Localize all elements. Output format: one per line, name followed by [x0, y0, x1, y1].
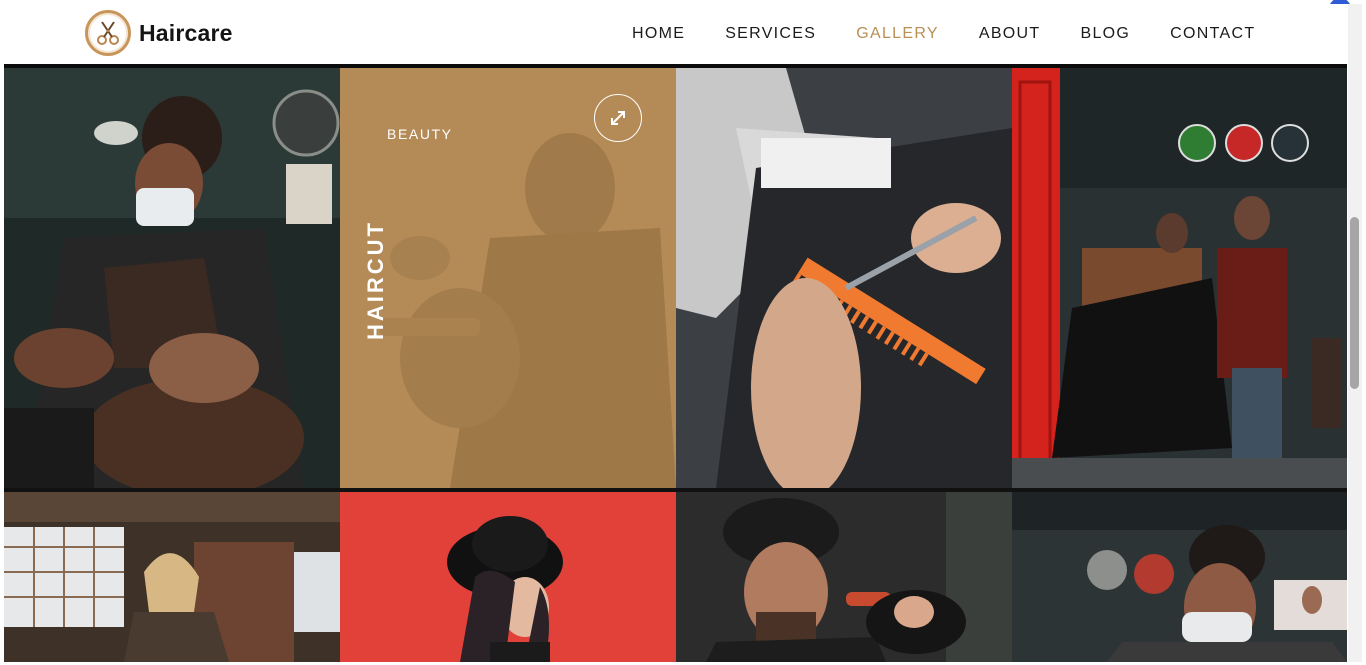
site-header: Haircare HOME SERVICES GALLERY ABOUT BLO…: [4, 4, 1347, 68]
nav-services[interactable]: SERVICES: [725, 25, 816, 43]
main-nav: HOME SERVICES GALLERY ABOUT BLOG CONTACT: [632, 4, 1295, 64]
gallery-image-featured-haircut[interactable]: BEAUTY HAIRCUT: [340, 68, 676, 488]
gallery-image-barber-brush[interactable]: [676, 492, 1012, 662]
gallery-category-label: BEAUTY: [387, 126, 453, 142]
nav-about[interactable]: ABOUT: [979, 25, 1041, 43]
gallery-image-barber-masked[interactable]: [1012, 492, 1347, 662]
browser-viewport: Haircare HOME SERVICES GALLERY ABOUT BLO…: [4, 4, 1347, 662]
scissors-logo-icon: [85, 10, 131, 56]
gallery-image-woman-black-hat[interactable]: [340, 492, 676, 662]
gallery-grid: BEAUTY HAIRCUT: [4, 68, 1347, 662]
brand-name: Haircare: [139, 19, 233, 46]
nav-contact[interactable]: CONTACT: [1170, 25, 1255, 43]
brand-logo[interactable]: Haircare: [85, 10, 233, 56]
expand-icon: [611, 111, 625, 125]
gallery-item-title: HAIRCUT: [363, 220, 388, 340]
nav-blog[interactable]: BLOG: [1080, 25, 1130, 43]
gallery-image-woman-industrial[interactable]: [4, 492, 340, 662]
gallery-image-barber-beard-trim[interactable]: [4, 68, 340, 488]
gallery-image-hair-cutting-comb[interactable]: [676, 68, 1012, 488]
expand-button[interactable]: [594, 94, 642, 142]
scrollbar-thumb[interactable]: [1350, 217, 1359, 389]
nav-home[interactable]: HOME: [632, 25, 685, 43]
nav-gallery[interactable]: GALLERY: [856, 25, 939, 43]
gallery-image-barbershop-interior[interactable]: [1012, 68, 1347, 488]
